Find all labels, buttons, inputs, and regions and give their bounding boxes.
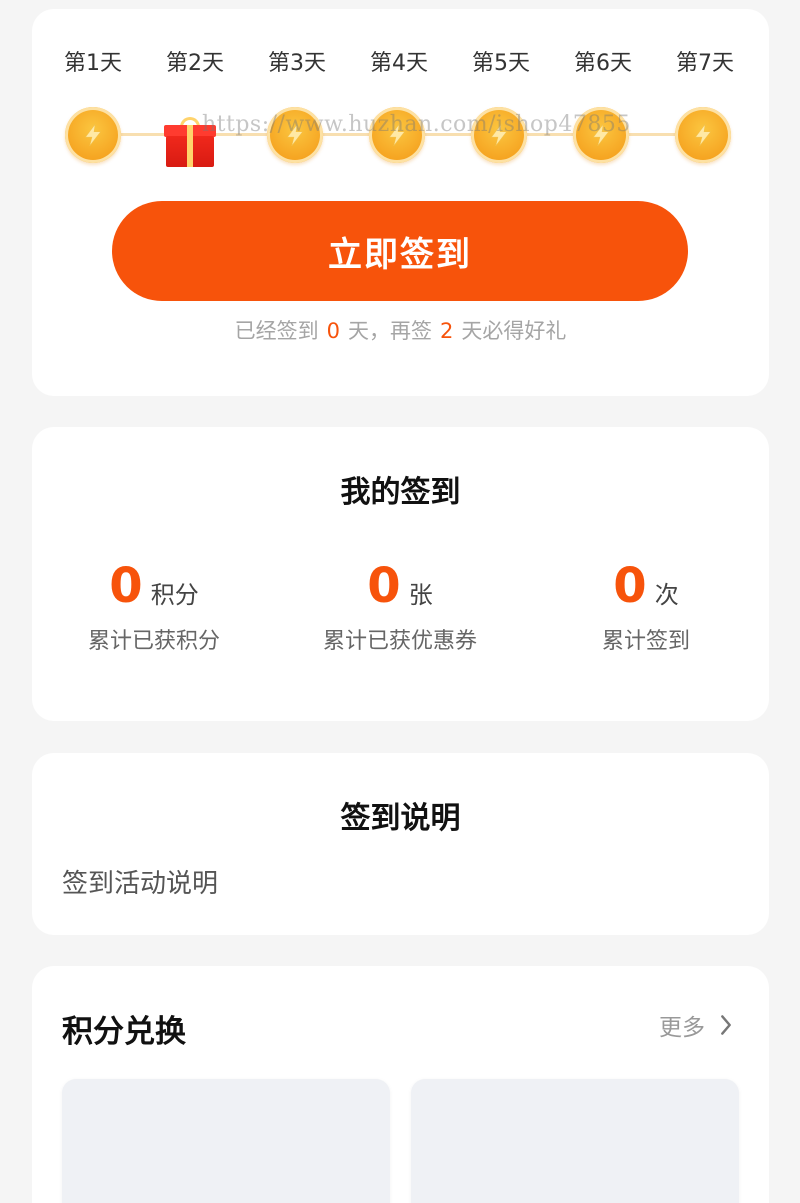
- stat-unit: 积分: [150, 581, 199, 609]
- signin-card: 第1天 第2天 第3天 第4天 第5天 第6天 第7天 https://www.…: [32, 9, 769, 396]
- exchange-card: 积分兑换 更多: [32, 966, 769, 1203]
- product-card[interactable]: [411, 1079, 739, 1203]
- my-signin-title: 我的签到: [340, 475, 461, 510]
- coin-icon: [675, 107, 731, 163]
- tip-prefix: 已经签到: [234, 319, 319, 343]
- day-label-6: 第6天: [574, 51, 632, 76]
- stat-value: 0: [109, 558, 143, 614]
- more-link[interactable]: 更多: [659, 1008, 735, 1042]
- day-label-1: 第1天: [64, 51, 122, 76]
- stat-unit: 次: [654, 581, 679, 609]
- day-label-7: 第7天: [676, 51, 734, 76]
- tip-middle: 天，再签: [348, 319, 432, 343]
- rules-title: 签到说明: [340, 801, 461, 836]
- stat-signin-count: 0 次 累计签到: [526, 555, 766, 655]
- exchange-title: 积分兑换: [62, 1014, 186, 1050]
- tip-suffix: 天必得好礼: [461, 319, 567, 343]
- day-label-4: 第4天: [370, 51, 428, 76]
- coin-icon: [65, 107, 121, 163]
- stat-label: 累计已获积分: [87, 629, 220, 654]
- more-label: 更多: [659, 1015, 705, 1041]
- day-label-3: 第3天: [268, 51, 326, 76]
- stat-value: 0: [613, 558, 647, 614]
- my-signin-card: 我的签到 0 积分 累计已获积分 0 张 累计已获优惠券 0 次 累计签到: [32, 427, 769, 721]
- stat-value: 0: [367, 558, 401, 614]
- remaining-days-count: 2: [440, 319, 454, 343]
- stat-label: 累计已获优惠券: [322, 629, 477, 654]
- signin-tip: 已经签到 0 天，再签 2 天必得好礼: [32, 315, 769, 345]
- product-card[interactable]: [62, 1079, 390, 1203]
- day-labels: 第1天 第2天 第3天 第4天 第5天 第6天 第7天: [32, 49, 769, 79]
- stat-label: 累计签到: [601, 629, 690, 654]
- stat-points: 0 积分 累计已获积分: [34, 555, 274, 655]
- stat-coupons: 0 张 累计已获优惠券: [280, 555, 520, 655]
- day-label-2: 第2天: [166, 51, 224, 76]
- rules-card: 签到说明 签到活动说明: [32, 753, 769, 935]
- watermark: https://www.huzhan.com/ishop47855: [202, 112, 631, 137]
- chevron-right-icon: [721, 1015, 731, 1035]
- signin-button[interactable]: 立即签到: [112, 201, 688, 301]
- day-label-5: 第5天: [472, 51, 530, 76]
- rules-text: 签到活动说明: [62, 869, 219, 899]
- signed-days-count: 0: [326, 319, 340, 343]
- stat-unit: 张: [408, 581, 433, 609]
